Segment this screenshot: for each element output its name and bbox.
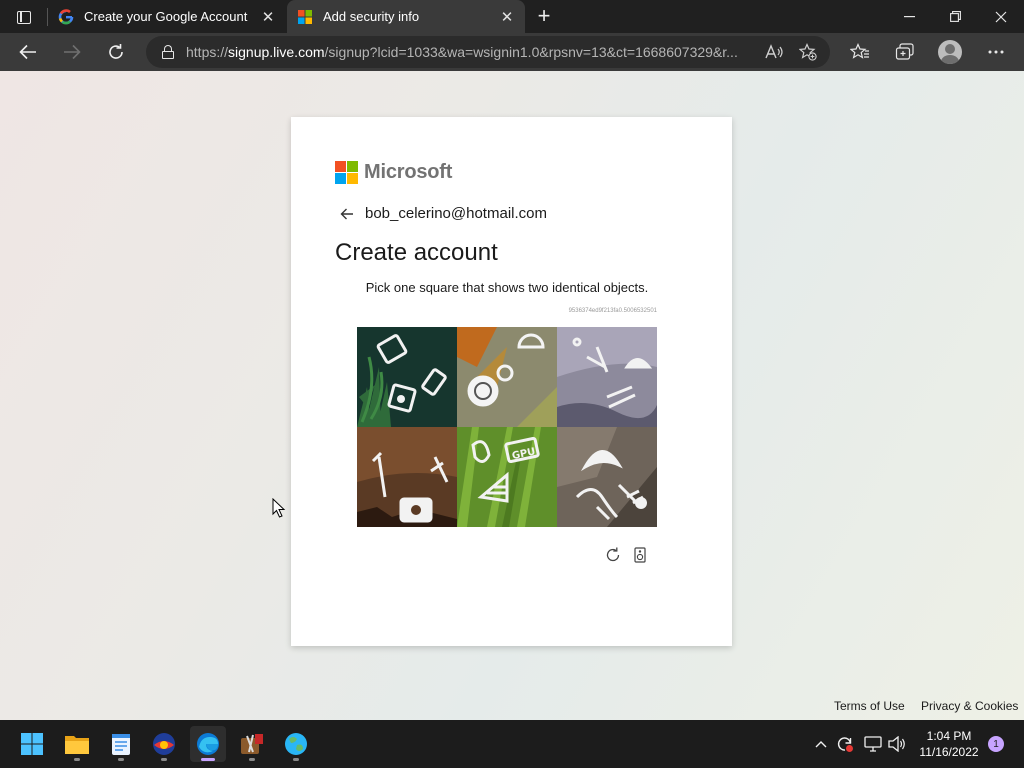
taskbar-clock[interactable]: 1:04 PM 11/16/2022 <box>912 728 986 760</box>
minimize-icon <box>903 15 915 17</box>
close-icon[interactable]: ✕ <box>260 9 276 26</box>
chevron-up-icon <box>815 741 827 748</box>
microsoft-logo: Microsoft <box>335 161 452 184</box>
url-text[interactable]: https://signup.live.com/signup?lcid=1033… <box>186 44 746 60</box>
taskbar-app-6[interactable] <box>278 726 314 762</box>
captcha-tile-5[interactable]: GPU <box>457 427 557 527</box>
profile-avatar[interactable] <box>938 40 962 64</box>
captcha-tile-6[interactable] <box>557 427 657 527</box>
refresh-icon <box>109 44 123 59</box>
taskbar: 1:04 PM 11/16/2022 <box>0 720 1024 768</box>
captcha-grid: GPU <box>357 327 657 527</box>
volume-icon[interactable] <box>886 720 908 768</box>
browser-toolbar: https://signup.live.com/signup?lcid=1033… <box>0 33 1024 71</box>
tab-label: Create your Google Account <box>84 9 248 24</box>
captcha-tile-1[interactable] <box>357 327 457 427</box>
browser-titlebar: Create your Google Account ✕ Add securit… <box>0 0 1024 33</box>
add-favorite-icon[interactable] <box>798 42 818 62</box>
app-tools-icon <box>241 734 263 754</box>
start-button[interactable] <box>14 726 50 762</box>
arrow-right-icon <box>64 44 81 60</box>
microsoft-logo-icon <box>335 161 358 184</box>
restore-icon <box>949 11 961 22</box>
app-globe-icon <box>153 733 175 755</box>
clock-date: 11/16/2022 <box>919 745 979 759</box>
page-title: Create account <box>335 239 498 266</box>
refresh-button[interactable] <box>101 37 131 67</box>
privacy-cookies-link[interactable]: Privacy & Cookies <box>921 699 1018 713</box>
taskbar-app-5[interactable] <box>234 726 270 762</box>
read-aloud-icon[interactable] <box>764 42 784 62</box>
lock-icon[interactable] <box>162 45 174 59</box>
signup-card: Microsoft bob_celerino@hotmail.com Creat… <box>291 117 732 646</box>
tab-add-security-info[interactable]: Add security info ✕ <box>287 0 525 33</box>
minimize-button[interactable] <box>886 0 932 33</box>
tab-actions-icon <box>17 10 31 24</box>
clock-time: 1:04 PM <box>926 729 972 743</box>
mouse-cursor-icon <box>272 498 286 518</box>
edge-icon <box>197 733 219 755</box>
captcha-tile-2[interactable] <box>457 327 557 427</box>
taskbar-notepad[interactable] <box>103 726 139 762</box>
audio-captcha-button[interactable] <box>630 545 650 565</box>
new-tab-button[interactable]: + <box>532 5 556 27</box>
address-bar[interactable]: https://signup.live.com/signup?lcid=1033… <box>146 36 830 68</box>
taskbar-app-3[interactable] <box>146 726 182 762</box>
show-hidden-icons-button[interactable] <box>812 720 830 768</box>
notepad-icon <box>112 734 130 755</box>
terms-of-use-link[interactable]: Terms of Use <box>834 699 905 713</box>
more-options-icon[interactable] <box>984 40 1008 64</box>
close-window-button[interactable] <box>978 0 1024 33</box>
url-host: signup.live.com <box>228 44 325 60</box>
url-scheme: https:// <box>186 44 229 60</box>
new-captcha-button[interactable] <box>603 545 623 565</box>
back-arrow-icon[interactable] <box>339 206 355 222</box>
brand-name: Microsoft <box>364 161 453 183</box>
speaker-icon <box>634 547 646 563</box>
microsoft-icon <box>297 9 313 25</box>
refresh-icon <box>606 547 620 562</box>
captcha-prompt: Pick one square that shows two identical… <box>365 280 649 295</box>
taskbar-edge[interactable] <box>190 726 226 762</box>
tab-actions-button[interactable] <box>10 6 38 28</box>
back-button[interactable] <box>13 37 43 67</box>
captcha-tile-4[interactable] <box>357 427 457 527</box>
identity-email: bob_celerino@hotmail.com <box>365 205 547 222</box>
collections-icon[interactable] <box>893 40 917 64</box>
page-background: Microsoft bob_celerino@hotmail.com Creat… <box>0 71 1024 720</box>
tab-label: Add security info <box>323 9 420 24</box>
app-earth-icon <box>285 733 307 755</box>
favorites-icon[interactable] <box>848 40 872 64</box>
url-path: /signup?lcid=1033&wa=wsignin1.0&rpsnv=13… <box>324 44 738 60</box>
folder-icon <box>65 736 89 754</box>
google-icon <box>58 8 74 25</box>
captcha-id: 9536374ed9f213fa0.5006532501 <box>568 308 657 314</box>
identity-banner: bob_celerino@hotmail.com <box>339 205 547 222</box>
notification-badge[interactable]: 1 <box>988 736 1004 752</box>
tab-google-account[interactable]: Create your Google Account ✕ <box>48 0 286 33</box>
windows-start-icon <box>21 733 43 755</box>
tray-update-icon[interactable] <box>834 720 856 768</box>
arrow-left-icon <box>19 44 36 60</box>
restore-button[interactable] <box>932 0 978 33</box>
forward-button[interactable] <box>57 37 87 67</box>
network-icon[interactable] <box>862 720 884 768</box>
captcha-tile-3[interactable] <box>557 327 657 427</box>
close-icon[interactable]: ✕ <box>499 9 515 26</box>
taskbar-file-explorer[interactable] <box>59 726 95 762</box>
close-icon <box>995 11 1007 22</box>
